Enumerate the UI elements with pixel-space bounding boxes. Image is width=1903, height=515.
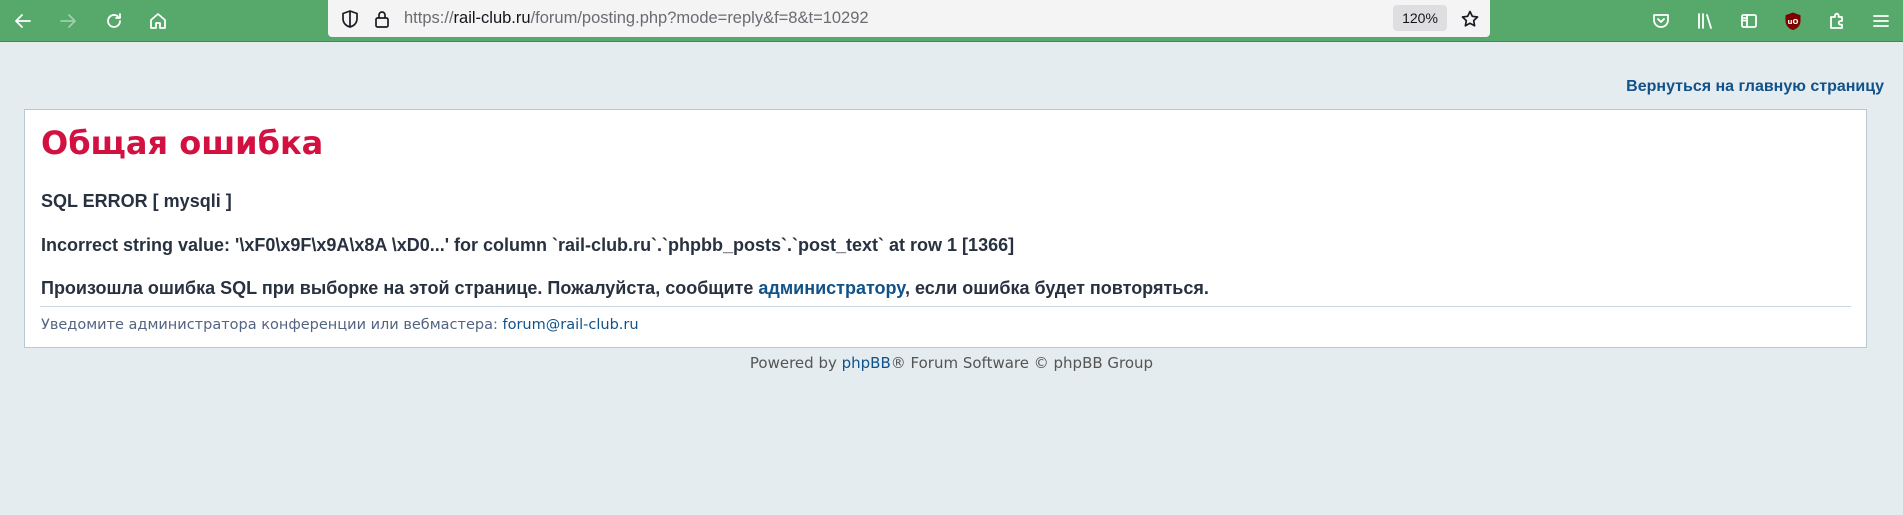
error-message: Произошла ошибка SQL при выборке на этой… — [41, 278, 1209, 299]
reload-icon — [107, 13, 121, 28]
url-path: /forum/posting.php?mode=reply&f=8&t=1029… — [530, 9, 869, 27]
ublock-button[interactable]: uO — [1776, 5, 1810, 37]
error-message-tail: , если ошибка будет повторяться. — [904, 278, 1209, 298]
powered-by-rest: ® Forum Software © phpBB Group — [890, 354, 1154, 372]
powered-by-footer: Powered by phpBB® Forum Software © phpBB… — [0, 354, 1903, 372]
hamburger-menu-icon — [1873, 15, 1889, 27]
administrator-link[interactable]: администратору — [758, 278, 905, 298]
notify-text: Уведомите администратора конференции или… — [41, 317, 503, 333]
browser-toolbar: https://rail-club.ru/forum/posting.php?m… — [0, 0, 1903, 42]
pocket-icon — [1653, 14, 1669, 28]
star-icon[interactable] — [1459, 8, 1481, 30]
phpbb-link[interactable]: phpBB — [842, 354, 891, 372]
url-prefix: https:// — [404, 9, 454, 27]
pocket-button[interactable] — [1644, 5, 1678, 37]
puzzle-icon — [1830, 12, 1843, 29]
sidebar-button[interactable] — [1732, 5, 1766, 37]
home-button[interactable] — [141, 5, 175, 37]
error-detail: Incorrect string value: '\xF0\x9F\x9A\x8… — [41, 235, 1015, 255]
svg-text:uO: uO — [1788, 18, 1799, 26]
sidebar-icon — [1741, 14, 1757, 28]
url-text[interactable]: https://rail-club.ru/forum/posting.php?m… — [404, 9, 869, 28]
url-host: rail-club.ru — [453, 9, 531, 27]
webmaster-email-link[interactable]: forum@rail-club.ru — [502, 317, 638, 333]
ublock-origin-icon: uO — [1785, 12, 1801, 30]
back-to-index-link[interactable]: Вернуться на главную страницу — [1626, 78, 1884, 96]
shield-icon[interactable] — [339, 8, 361, 30]
home-icon — [150, 13, 166, 29]
menu-button[interactable] — [1864, 5, 1898, 37]
extensions-button[interactable] — [1820, 5, 1854, 37]
back-button[interactable] — [6, 5, 40, 37]
sql-error-label: SQL ERROR [ mysqli ] — [41, 191, 232, 211]
error-panel: Общая ошибка SQL ERROR [ mysqli ] Incorr… — [24, 109, 1867, 348]
lock-icon[interactable] — [371, 8, 393, 30]
reload-button[interactable] — [97, 5, 131, 37]
url-bar[interactable]: https://rail-club.ru/forum/posting.php?m… — [328, 0, 1490, 37]
error-message-text: Произошла ошибка SQL при выборке на этой… — [41, 278, 759, 298]
library-button[interactable] — [1688, 5, 1722, 37]
powered-by-text: Powered by — [749, 354, 842, 372]
library-icon — [1698, 13, 1712, 29]
forward-arrow-icon — [60, 14, 76, 28]
forward-button[interactable] — [51, 5, 85, 37]
error-title: Общая ошибка — [41, 124, 324, 162]
divider — [40, 306, 1851, 307]
back-arrow-icon — [15, 14, 31, 28]
notify-note: Уведомите администратора конференции или… — [41, 317, 639, 333]
zoom-level-badge[interactable]: 120% — [1393, 5, 1447, 31]
